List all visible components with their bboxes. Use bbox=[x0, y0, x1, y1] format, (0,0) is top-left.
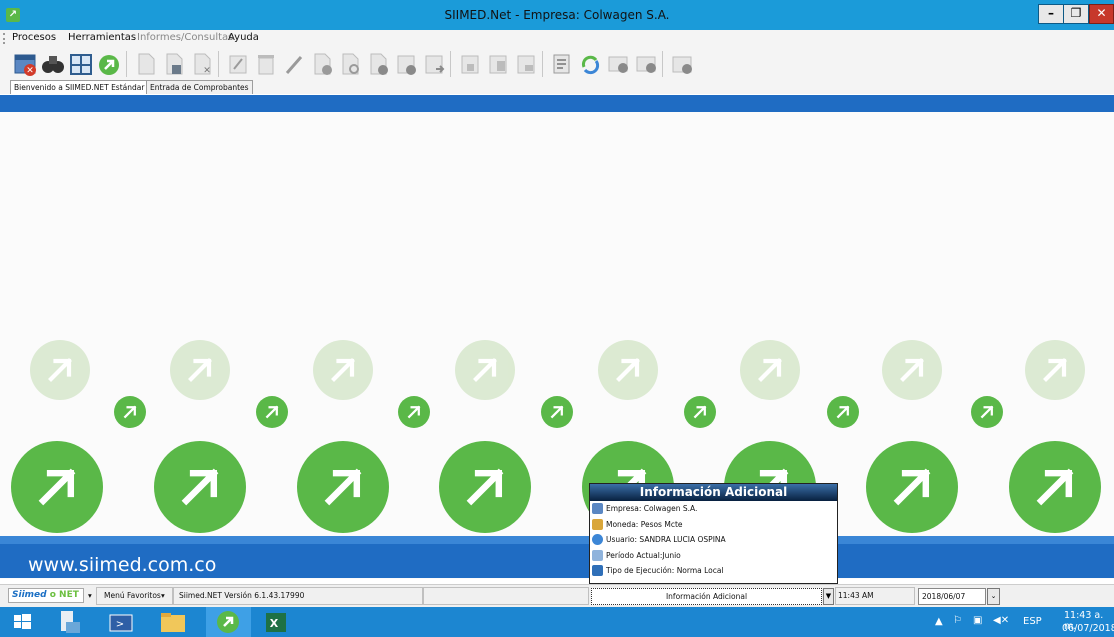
info-row-moneda: Moneda: Pesos Mcte bbox=[590, 517, 837, 533]
grid-icon[interactable] bbox=[68, 51, 94, 77]
minimize-button[interactable]: – bbox=[1038, 4, 1064, 24]
go-icon[interactable] bbox=[96, 51, 122, 77]
export-icon[interactable] bbox=[421, 51, 447, 77]
print-icon[interactable] bbox=[457, 51, 483, 77]
network-icon[interactable]: ▣ bbox=[973, 615, 982, 626]
volume-muted-icon[interactable]: ◀✕ bbox=[993, 615, 1009, 626]
info-row-usuario: Usuario: SANDRA LUCIA OSPINA bbox=[590, 532, 837, 548]
menu-grip bbox=[3, 33, 6, 44]
menu-procesos[interactable]: Procesos bbox=[12, 32, 56, 43]
favorites-dropdown-icon[interactable]: ▾ bbox=[161, 591, 165, 600]
info-row-empresa: Empresa: Colwagen S.A. bbox=[590, 501, 837, 517]
siimed-app-icon[interactable] bbox=[206, 607, 251, 637]
minus-icon[interactable] bbox=[605, 51, 631, 77]
execution-type-icon bbox=[592, 565, 603, 576]
window-title: SIIMED.Net - Empresa: Colwagen S.A. bbox=[444, 8, 670, 22]
tab-entrada-comprobantes[interactable]: Entrada de Comprobantes bbox=[146, 80, 253, 94]
menu-informes-consultas[interactable]: Informes/Consultas bbox=[137, 32, 233, 43]
version-label: Siimed.NET Versión 6.1.43.17990 bbox=[179, 591, 305, 600]
toolbar-separator bbox=[218, 51, 219, 77]
svg-text:X: X bbox=[270, 617, 279, 630]
cancel-icon[interactable]: ✕ bbox=[189, 51, 215, 77]
logo-dropdown-icon[interactable]: ▾ bbox=[88, 591, 92, 600]
combo-dropdown-icon[interactable]: ▼ bbox=[823, 588, 834, 605]
menu-ayuda[interactable]: Ayuda bbox=[228, 32, 259, 43]
file-explorer-icon[interactable] bbox=[150, 607, 195, 637]
binoculars-icon[interactable] bbox=[40, 51, 66, 77]
powershell-icon[interactable]: > bbox=[98, 607, 143, 637]
company-icon bbox=[592, 503, 603, 514]
refresh-icon[interactable] bbox=[577, 51, 603, 77]
date-field[interactable]: 2018/06/07 bbox=[918, 588, 986, 605]
disabled-record-icon[interactable] bbox=[365, 51, 391, 77]
clock-date[interactable]: 06/07/2018 bbox=[1062, 623, 1114, 634]
siimed-logo: Siimed o NET bbox=[8, 588, 84, 603]
file-server-icon[interactable] bbox=[48, 607, 93, 637]
approve-icon[interactable] bbox=[393, 51, 419, 77]
flag-icon[interactable]: ⚐ bbox=[953, 615, 962, 626]
info-row-periodo: Período Actual:Junio bbox=[590, 548, 837, 564]
info-adicional-combo[interactable]: Información Adicional bbox=[591, 588, 822, 605]
background-pattern bbox=[11, 340, 1101, 533]
time-box bbox=[835, 587, 915, 605]
favorites-menu[interactable]: Menú Favoritos bbox=[104, 591, 161, 600]
info-panel-title: Información Adicional bbox=[590, 484, 837, 501]
title-bar: ↗ SIIMED.Net - Empresa: Colwagen S.A. – … bbox=[0, 0, 1114, 30]
tab-strip: Bienvenido a SIIMED.NET Estándar Entrada… bbox=[0, 79, 1114, 94]
close-doc-icon[interactable] bbox=[669, 51, 695, 77]
copy-icon[interactable] bbox=[485, 51, 511, 77]
remove-record-icon[interactable] bbox=[309, 51, 335, 77]
status-bar: Siimed o NET ▾ Menú Favoritos ▾ Siimed.N… bbox=[0, 584, 1114, 607]
pencil-icon[interactable] bbox=[281, 51, 307, 77]
close-button[interactable]: ✕ bbox=[1089, 4, 1114, 24]
toolbar: ✕ ✕ bbox=[0, 47, 1114, 79]
info-row-label: Empresa: Colwagen S.A. bbox=[606, 504, 698, 513]
menu-bar: Procesos Herramientas Informes/Consultas… bbox=[0, 30, 1114, 47]
status-panel bbox=[423, 587, 589, 605]
website-url: www.siimed.com.co bbox=[28, 554, 217, 576]
calendar-close-icon[interactable]: ✕ bbox=[12, 51, 38, 77]
info-panel: Información Adicional Empresa: Colwagen … bbox=[589, 483, 838, 584]
logo-text-b: o NET bbox=[49, 590, 79, 600]
toolbar-separator bbox=[450, 51, 451, 77]
info-row-label: Tipo de Ejecución: Norma Local bbox=[606, 566, 724, 575]
save-icon[interactable] bbox=[161, 51, 187, 77]
delete-icon[interactable] bbox=[253, 51, 279, 77]
settings-record-icon[interactable] bbox=[337, 51, 363, 77]
tab-bienvenido[interactable]: Bienvenido a SIIMED.NET Estándar bbox=[10, 80, 149, 94]
svg-text:✕: ✕ bbox=[26, 66, 34, 76]
tray-overflow-icon[interactable]: ▲ bbox=[935, 616, 943, 627]
date-dropdown-icon[interactable]: ⌄ bbox=[987, 588, 1000, 605]
header-strip bbox=[0, 95, 1114, 112]
language-indicator[interactable]: ESP bbox=[1023, 616, 1042, 627]
svg-text:>: > bbox=[116, 619, 124, 630]
taskbar: > X ▲ ⚐ ▣ ◀✕ ESP 11:43 a. m. 06/07/2018 bbox=[0, 607, 1114, 637]
menu-herramientas[interactable]: Herramientas bbox=[68, 32, 136, 43]
edit-icon[interactable] bbox=[225, 51, 251, 77]
plus-icon[interactable] bbox=[633, 51, 659, 77]
user-icon bbox=[592, 534, 603, 545]
info-row-tipo-ejecucion: Tipo de Ejecución: Norma Local bbox=[590, 563, 837, 579]
list-icon[interactable] bbox=[549, 51, 575, 77]
welcome-background: www.siimed.com.co bbox=[0, 112, 1114, 579]
calendar-icon bbox=[592, 549, 603, 561]
new-page-icon[interactable] bbox=[133, 51, 159, 77]
print-preview-icon[interactable] bbox=[513, 51, 539, 77]
info-row-label: Período Actual:Junio bbox=[606, 550, 681, 560]
info-row-label: Moneda: Pesos Mcte bbox=[606, 519, 683, 529]
windows-start-icon[interactable] bbox=[0, 607, 45, 637]
toolbar-separator bbox=[126, 51, 127, 77]
logo-text-a: Siimed bbox=[12, 590, 47, 600]
info-row-label: Usuario: SANDRA LUCIA OSPINA bbox=[606, 535, 726, 544]
svg-text:✕: ✕ bbox=[203, 66, 211, 76]
excel-icon[interactable]: X bbox=[254, 607, 299, 637]
maximize-button[interactable]: ❐ bbox=[1063, 4, 1089, 24]
currency-icon bbox=[592, 518, 603, 530]
toolbar-separator bbox=[542, 51, 543, 77]
footer-band-accent bbox=[0, 536, 1114, 544]
toolbar-separator bbox=[662, 51, 663, 77]
